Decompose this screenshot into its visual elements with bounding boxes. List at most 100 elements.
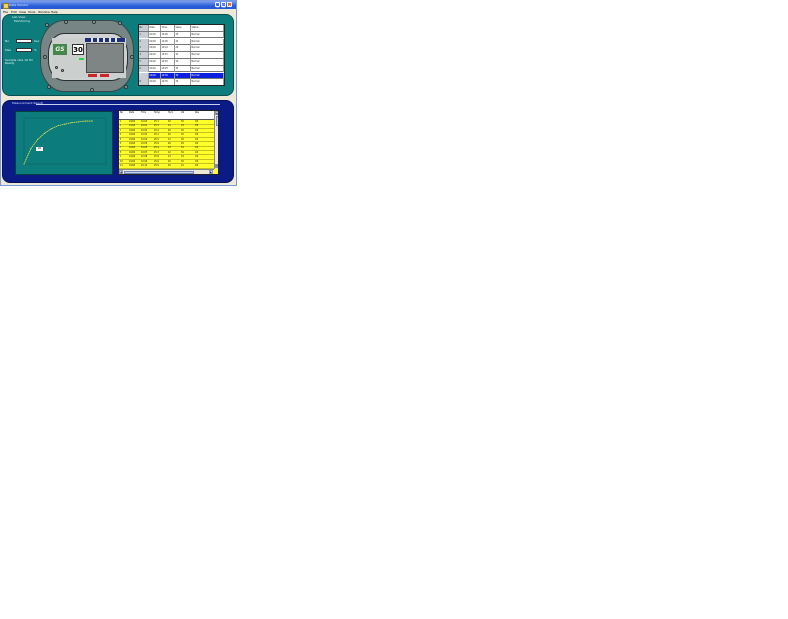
table-cell: 34 [175, 79, 191, 85]
menu-help[interactable]: Help [51, 10, 58, 14]
data-point [85, 120, 86, 122]
table-cell: 10:25 [161, 65, 175, 72]
toolbar-tick [97, 38, 99, 42]
divider [36, 104, 220, 105]
table-cell: 10:05 [161, 38, 175, 45]
bolt-icon [64, 20, 68, 24]
knob-icon[interactable] [55, 66, 58, 69]
table-cell: 6 [139, 65, 149, 72]
table-cell: 8 [139, 79, 149, 85]
instrument-logo: GS [53, 44, 67, 55]
table-cell: No [139, 25, 149, 31]
stop-button[interactable] [88, 74, 97, 77]
horizontal-scrollbar[interactable]: ◀ ▶ [119, 169, 214, 174]
knob-icon[interactable] [61, 69, 64, 72]
data-point [23, 163, 25, 165]
table-cell: 01/02 [149, 45, 161, 52]
grid-cell: 01/02 [129, 164, 136, 167]
table-cell: 2 [139, 38, 149, 45]
status-led [79, 58, 84, 60]
data-point [37, 138, 39, 140]
table-cell: Time [161, 25, 175, 31]
bolt-icon [45, 23, 49, 27]
table-cell: 01/02 [149, 38, 161, 45]
menu-edit[interactable]: Edit [11, 10, 17, 14]
column-header[interactable]: Date [129, 111, 134, 120]
toolbar-tick [115, 38, 117, 42]
table-cell: Normal [191, 79, 224, 85]
scroll-down-icon[interactable]: ▼ [215, 164, 218, 168]
scroll-left-icon[interactable]: ◀ [119, 170, 123, 174]
data-point [71, 122, 73, 124]
table-row[interactable]: 6 01/02 10:25 33 Normal [139, 65, 224, 73]
data-point [30, 148, 32, 150]
chart-tag: 20 [36, 147, 43, 151]
data-point [44, 132, 45, 134]
bolt-icon [43, 55, 47, 59]
no-input[interactable] [16, 39, 32, 43]
table-cell: 32 [175, 38, 191, 45]
table-cell: Normal [191, 52, 224, 59]
scroll-thumb[interactable] [215, 116, 218, 126]
table-row[interactable]: 1 01/02 10:00 30 Normal [139, 31, 224, 39]
max-input[interactable] [16, 48, 32, 52]
grid-row[interactable]: 11 01/02 10:10 25.9 42 31 OK [119, 164, 214, 169]
column-header[interactable]: Temp [154, 111, 160, 120]
table-cell: 01/02 [149, 31, 161, 38]
panel-title-line2: Monitoring [14, 18, 31, 23]
column-header[interactable]: Res [195, 111, 199, 120]
instrument-display [86, 43, 124, 73]
field-unit-sec: Sec [34, 39, 40, 43]
table-cell: 30 [175, 31, 191, 38]
scroll-thumb[interactable] [124, 170, 194, 174]
vertical-scrollbar[interactable]: ▲ ▼ [214, 111, 218, 169]
table-row[interactable]: 8 01/02 10:35 34 Normal [139, 79, 224, 85]
bolt-icon [130, 55, 134, 59]
close-button[interactable]: × [227, 2, 232, 8]
table-cell: 10:10 [161, 45, 175, 52]
table-cell: Normal [191, 38, 224, 45]
column-header[interactable]: Time [141, 111, 146, 120]
table-cell: 01/02 [149, 65, 161, 72]
field-label-max: Max [5, 48, 12, 52]
column-header[interactable]: Hum [168, 111, 173, 120]
trend-chart-svg [23, 117, 107, 165]
table-row[interactable]: 5 01/02 10:20 30 Normal [139, 59, 224, 66]
menu-view[interactable]: View [19, 10, 26, 14]
table-cell: 10:20 [161, 59, 175, 65]
menu-tools[interactable]: Tools [28, 10, 35, 14]
menu-file[interactable]: File [3, 10, 8, 14]
bolt-icon [90, 88, 94, 92]
data-point [50, 128, 52, 130]
scroll-up-icon[interactable]: ▲ [215, 111, 218, 115]
minimize-button[interactable]: _ [215, 2, 220, 8]
table-cell: 5 [139, 59, 149, 65]
table-cell: 01/02 [149, 59, 161, 65]
table-cell: 01/02 [149, 79, 161, 85]
table-cell: 3 [139, 45, 149, 52]
data-point [57, 125, 59, 127]
table-cell: 10:15 [161, 52, 175, 59]
bolt-icon [124, 85, 128, 89]
table-cell: 7 [139, 72, 149, 79]
grid-cell: 10:10 [141, 164, 148, 167]
data-point [64, 123, 66, 125]
log-table: No Date Time Value Status 1 01/02 10:00 30 Normal… [138, 24, 225, 86]
table-row[interactable]: 3 01/02 10:10 29 Normal [139, 45, 224, 52]
grid-cell: 25.9 [154, 164, 159, 167]
column-header[interactable]: No [120, 111, 123, 120]
column-header[interactable]: Val [181, 111, 184, 120]
table-row[interactable]: 4 01/02 10:15 31 Normal [139, 52, 224, 59]
title-bar[interactable]: Data Monitor _ □ × [1, 1, 236, 9]
note-line2: Ready [5, 61, 15, 65]
bolt-icon [92, 20, 96, 24]
table-row[interactable]: 7 01/02 10:30 30 Normal [139, 72, 224, 80]
menu-window[interactable]: Window [38, 10, 50, 14]
alarm-button[interactable] [100, 74, 109, 77]
table-row[interactable]: 2 01/02 10:05 32 Normal [139, 38, 224, 46]
data-point [78, 121, 80, 123]
data-grid-header: No Date Time Temp Hum Val Res [119, 111, 214, 120]
scroll-right-icon[interactable]: ▶ [209, 170, 213, 174]
maximize-button[interactable]: □ [221, 2, 226, 8]
toolbar-tick [91, 38, 93, 42]
